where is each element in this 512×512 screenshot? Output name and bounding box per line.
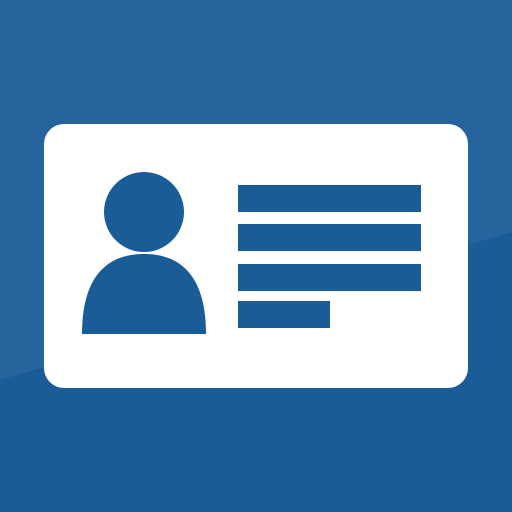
id-card bbox=[44, 124, 468, 388]
text-line-3 bbox=[238, 264, 421, 291]
text-line-2 bbox=[238, 224, 421, 251]
id-card-app-icon bbox=[0, 0, 512, 512]
person-body bbox=[82, 254, 206, 334]
person-head bbox=[104, 172, 184, 252]
person-icon bbox=[82, 172, 206, 334]
text-line-short bbox=[238, 301, 330, 328]
text-line-1 bbox=[238, 185, 421, 212]
